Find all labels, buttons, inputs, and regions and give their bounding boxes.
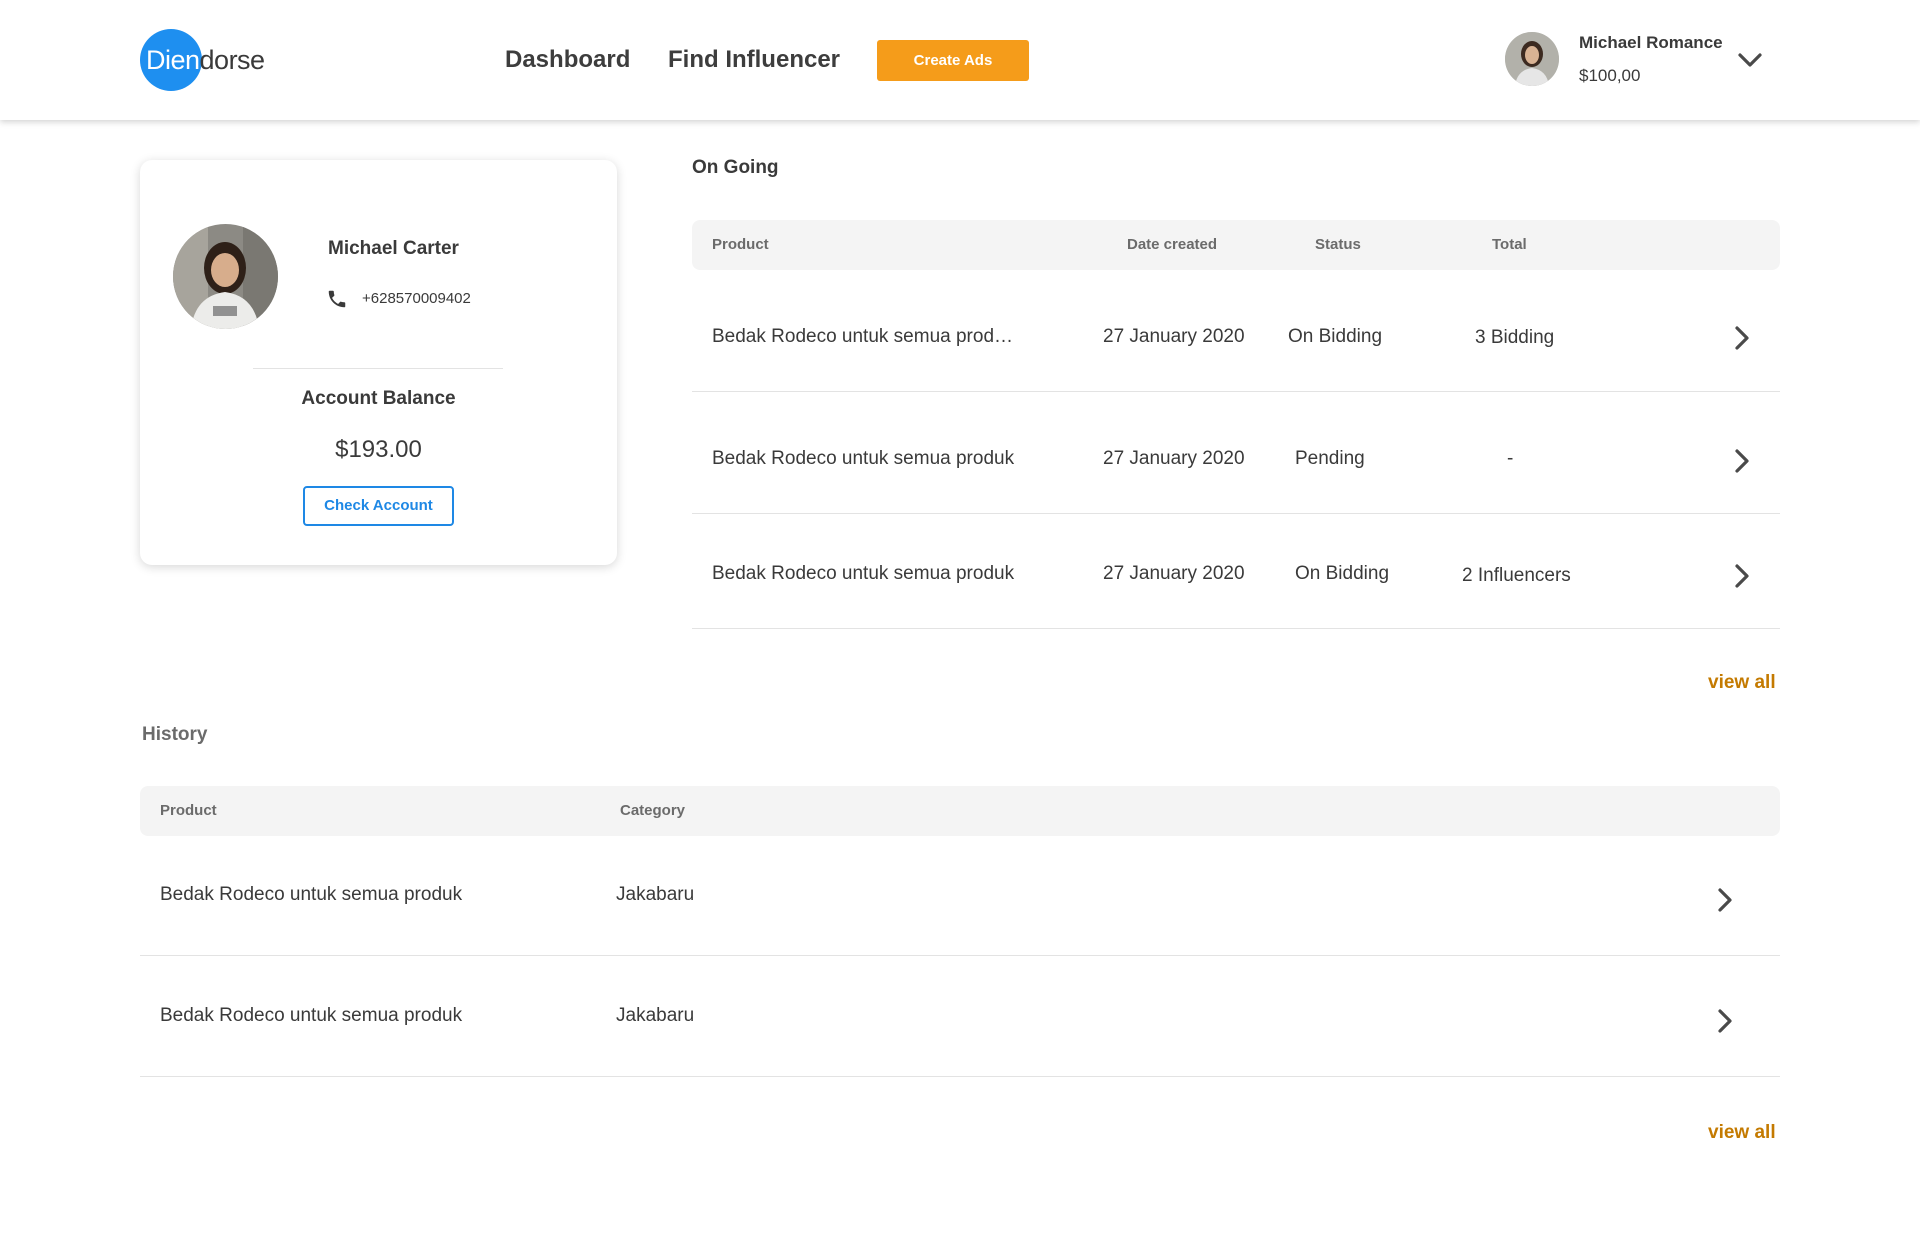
account-balance-amount: $193.00 xyxy=(335,436,422,463)
column-header-category: Category xyxy=(620,802,686,819)
ongoing-row[interactable]: Bedak Rodeco untuk semua prod… 27 Januar… xyxy=(692,270,1780,392)
ongoing-row[interactable]: Bedak Rodeco untuk semua produk 27 Janua… xyxy=(692,514,1780,629)
history-row[interactable]: Bedak Rodeco untuk semua produk Jakabaru xyxy=(140,836,1780,956)
account-balance-label: Account Balance xyxy=(301,388,456,409)
row-total: 2 Influencers xyxy=(1462,565,1571,586)
row-status: On Bidding xyxy=(1288,326,1383,347)
history-view-all-link[interactable]: view all xyxy=(1708,1122,1776,1144)
logo-text-part1: Dien xyxy=(146,45,200,75)
ongoing-row[interactable]: Bedak Rodeco untuk semua produk 27 Janua… xyxy=(692,392,1780,514)
check-account-button[interactable]: Check Account xyxy=(303,486,454,526)
row-status: Pending xyxy=(1295,448,1365,469)
logo-text: Diendorse xyxy=(140,29,265,91)
ongoing-title: On Going xyxy=(692,157,779,178)
chevron-right-icon[interactable] xyxy=(1733,562,1751,590)
brand-logo[interactable]: Diendorse xyxy=(140,29,265,91)
chevron-right-icon[interactable] xyxy=(1716,886,1734,914)
ongoing-table-header: Product Date created Status Total xyxy=(692,220,1780,270)
nav-dashboard[interactable]: Dashboard xyxy=(505,0,630,120)
user-name: Michael Romance xyxy=(1579,33,1723,52)
user-avatar[interactable] xyxy=(1505,32,1559,86)
profile-avatar xyxy=(173,224,278,329)
profile-phone: +628570009402 xyxy=(362,290,471,307)
row-product: Bedak Rodeco untuk semua prod… xyxy=(712,326,1014,347)
row-product: Bedak Rodeco untuk semua produk xyxy=(160,884,463,905)
column-header-product: Product xyxy=(160,802,217,819)
profile-card: Michael Carter +628570009402 Account Bal… xyxy=(140,160,617,565)
chevron-right-icon[interactable] xyxy=(1733,447,1751,475)
logo-text-part2: dorse xyxy=(199,45,266,75)
history-title: History xyxy=(142,724,208,745)
row-product: Bedak Rodeco untuk semua produk xyxy=(712,448,1015,469)
divider xyxy=(253,368,503,369)
column-header-date-created: Date created xyxy=(1127,236,1218,253)
create-ads-button[interactable]: Create Ads xyxy=(877,40,1029,81)
chevron-right-icon[interactable] xyxy=(1733,324,1751,352)
row-date: 27 January 2020 xyxy=(1103,326,1245,347)
ongoing-view-all-link[interactable]: view all xyxy=(1708,672,1776,694)
row-date: 27 January 2020 xyxy=(1103,448,1245,469)
row-product: Bedak Rodeco untuk semua produk xyxy=(160,1005,463,1026)
row-category: Jakabaru xyxy=(616,884,695,905)
row-total: 3 Bidding xyxy=(1475,327,1555,348)
chevron-down-icon[interactable] xyxy=(1736,49,1764,71)
profile-name: Michael Carter xyxy=(328,238,459,259)
column-header-total: Total xyxy=(1492,236,1527,253)
phone-icon xyxy=(328,290,346,308)
row-category: Jakabaru xyxy=(616,1005,695,1026)
row-total: - xyxy=(1507,448,1514,469)
top-navbar: Diendorse Dashboard Find Influencer Crea… xyxy=(0,0,1920,120)
row-date: 27 January 2020 xyxy=(1103,563,1245,584)
row-status: On Bidding xyxy=(1295,563,1390,584)
column-header-status: Status xyxy=(1315,236,1361,253)
history-row[interactable]: Bedak Rodeco untuk semua produk Jakabaru xyxy=(140,956,1780,1077)
chevron-right-icon[interactable] xyxy=(1716,1007,1734,1035)
history-table-header: Product Category xyxy=(140,786,1780,836)
nav-find-influencer[interactable]: Find Influencer xyxy=(668,0,840,120)
user-balance: $100,00 xyxy=(1579,66,1641,85)
column-header-product: Product xyxy=(712,236,769,253)
row-product: Bedak Rodeco untuk semua produk xyxy=(712,563,1015,584)
